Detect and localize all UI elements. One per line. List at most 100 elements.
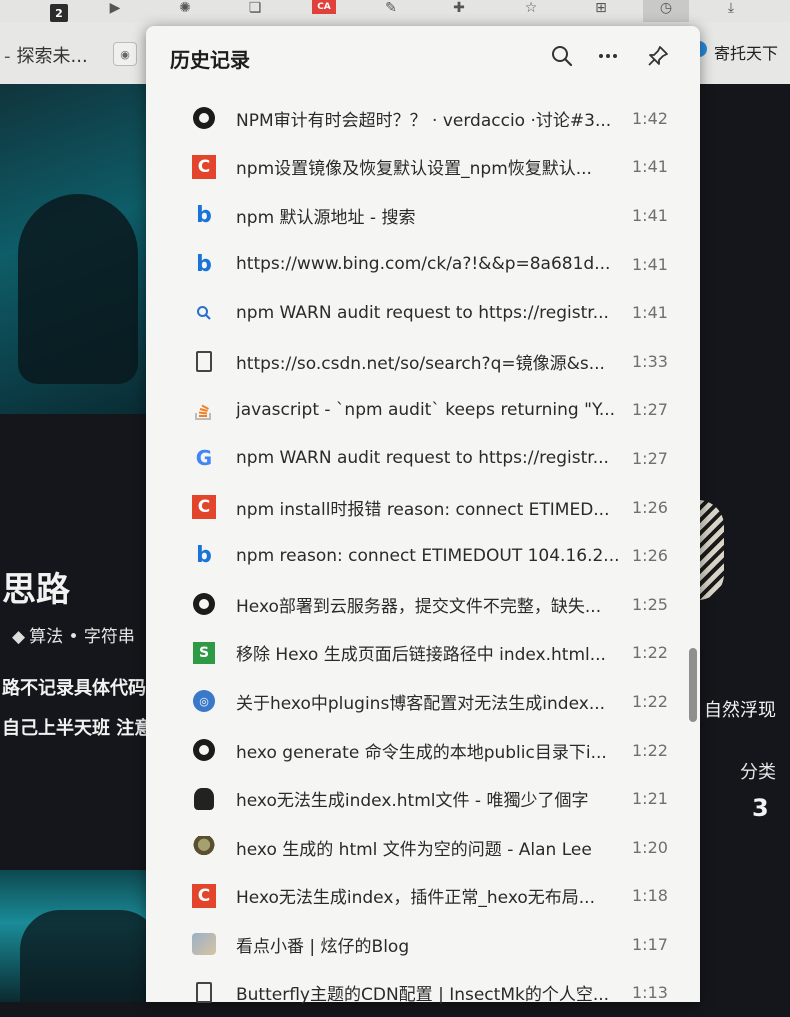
category-label[interactable]: 分类 — [740, 758, 776, 784]
download-icon[interactable]: ⤓ — [720, 0, 742, 16]
search-history-button[interactable] — [546, 40, 578, 72]
google-icon: G — [195, 446, 213, 471]
csdn-icon: C — [192, 495, 216, 520]
segmentfault-icon: S — [192, 641, 216, 665]
history-item-title: Hexo部署到云服务器，提交文件不完整，缺失... — [236, 596, 602, 617]
bookmark-item-left[interactable]: - 探索未... — [4, 42, 88, 68]
post-tags: ◆ 算法 • 字符串 — [12, 627, 135, 647]
history-item-time: 1:22 — [632, 691, 668, 711]
post-title[interactable]: 思路 — [2, 562, 70, 611]
history-item-time: 1:21 — [632, 789, 668, 809]
history-item-title: npm install时报错 reason: connect ETIMED... — [236, 499, 610, 520]
history-item-time: 1:26 — [632, 546, 668, 566]
history-item-time: 1:13 — [632, 983, 668, 1003]
history-item[interactable]: Cnpm设置镜像及恢复默认设置_npm恢复默认... 1:41 — [146, 143, 700, 192]
history-item-title: hexo无法生成index.html文件 - 唯獨少了個字 — [236, 791, 589, 812]
more-options-button[interactable] — [592, 40, 624, 72]
post-cover-image[interactable] — [0, 84, 150, 414]
history-item[interactable]: b https://www.bing.com/ck/a?!&&p=8a681d..… — [146, 240, 700, 289]
history-item[interactable]: Cnpm install时报错 reason: connect ETIMED..… — [146, 483, 700, 532]
history-item-time: 1:41 — [632, 157, 668, 177]
history-item-title: NPM审计有时会超时？？ · verdaccio ·讨论#3... — [236, 110, 612, 131]
history-item[interactable]: b npm reason: connect ETIMEDOUT 104.16.2.… — [146, 531, 700, 580]
history-panel: 历史记录 NPM审计有时会超时？？ · verdaccio ·讨论#3... 1:… — [146, 26, 700, 1005]
history-item-time: 1:27 — [632, 400, 668, 420]
history-item-title: npm WARN audit request to https://regist… — [236, 302, 609, 323]
history-item[interactable]: 看点小番 | 炫仔的Blog 1:17 — [146, 920, 700, 969]
history-item[interactable]: b npm 默认源地址 - 搜索 1:41 — [146, 191, 700, 240]
round-site-icon: ◎ — [192, 689, 216, 713]
tab-count-badge[interactable]: 2 — [50, 4, 68, 22]
csdn-icon: C — [192, 154, 216, 179]
github-icon — [192, 106, 216, 130]
history-item-title: npm 默认源地址 - 搜索 — [236, 207, 416, 228]
puzzle-icon[interactable]: ✚ — [448, 0, 470, 16]
sidebar-text: 自然浮现 — [704, 700, 776, 721]
search-icon — [552, 46, 573, 67]
document-icon — [192, 981, 216, 1005]
scrollbar-thumb[interactable] — [689, 648, 697, 722]
history-item[interactable]: javascript - `npm audit` keeps returning… — [146, 386, 700, 435]
browser-toolbar: 2 ▶ ✺ ❏ CA ✎ ✚ ☆ ⊞ ◷ ⤓ — [0, 0, 790, 22]
history-item-time: 1:33 — [632, 351, 668, 371]
history-panel-title: 历史记录 — [170, 48, 250, 72]
history-item-time: 1:42 — [632, 108, 668, 128]
bing-icon: b — [196, 543, 212, 569]
scrollbar-track[interactable] — [686, 94, 696, 994]
history-item[interactable]: Hexo部署到云服务器，提交文件不完整，缺失... 1:25 — [146, 580, 700, 629]
history-item[interactable]: C Hexo无法生成index，插件正常_hexo无布局... 1:18 — [146, 872, 700, 921]
history-item-title: npm reason: connect ETIMEDOUT 104.16.2..… — [236, 545, 620, 566]
history-item-title: Hexo无法生成index，插件正常_hexo无布局... — [236, 888, 595, 909]
history-item-title: hexo generate 命令生成的本地public目录下i... — [236, 742, 607, 763]
history-item-time: 1:41 — [632, 254, 668, 274]
history-item-title: javascript - `npm audit` keeps returning… — [236, 399, 616, 420]
tag-icon: ◆ — [12, 627, 26, 647]
pin-panel-button[interactable] — [642, 40, 674, 72]
history-item[interactable]: hexo无法生成index.html文件 - 唯獨少了個字 1:21 — [146, 774, 700, 823]
history-item-time: 1:22 — [632, 740, 668, 760]
history-item[interactable]: hexo generate 命令生成的本地public目录下i... 1:22 — [146, 726, 700, 775]
stackoverflow-icon — [192, 398, 216, 422]
pen-icon[interactable]: ✎ — [380, 0, 402, 16]
post-excerpt-line: 路不记录具体代码 — [2, 678, 146, 699]
history-item-title: 看点小番 | 炫仔的Blog — [236, 936, 410, 957]
history-item-time: 1:18 — [632, 886, 668, 906]
history-item[interactable]: NPM审计有时会超时？？ · verdaccio ·讨论#3... 1:42 — [146, 94, 700, 143]
category-count[interactable]: 3 — [752, 794, 769, 822]
history-item[interactable]: Gnpm WARN audit request to https://regis… — [146, 434, 700, 483]
search-icon — [192, 301, 216, 325]
history-item[interactable]: npm WARN audit request to https://regist… — [146, 288, 700, 337]
history-item-title: npm WARN audit request to https://regist… — [236, 448, 609, 469]
history-item[interactable]: Butterfly主题的CDN配置 | InsectMk的个人空... 1:13 — [146, 969, 700, 1017]
bookmark-folder-icon[interactable]: ◉ — [113, 42, 137, 66]
history-item-title: https://www.bing.com/ck/a?!&&p=8a681d... — [236, 254, 611, 275]
play-icon[interactable]: ▶ — [104, 0, 126, 16]
history-item[interactable]: ◎ 关于hexo中plugins博客配置对无法生成index... 1:22 — [146, 677, 700, 726]
collections-icon[interactable]: ❏ — [244, 0, 266, 16]
bing-icon: b — [196, 202, 212, 228]
pin-icon — [648, 46, 668, 66]
document-icon — [192, 349, 216, 373]
history-item-title: https://so.csdn.net/so/search?q=镜像源&s... — [236, 353, 605, 374]
csdn-icon: C — [192, 883, 216, 908]
history-item-time: 1:22 — [632, 643, 668, 663]
history-item-time: 1:41 — [632, 303, 668, 323]
dark-avatar-icon — [192, 787, 216, 811]
extension-icon[interactable]: ✺ — [174, 0, 196, 16]
arrow-icon: - — [4, 46, 11, 67]
github-icon — [192, 592, 216, 616]
add-tab-icon[interactable]: ⊞ — [590, 0, 612, 16]
history-item[interactable]: S 移除 Hexo 生成页面后链接路径中 index.html... 1:22 — [146, 629, 700, 678]
history-item[interactable]: hexo 生成的 html 文件为空的问题 - Alan Lee 1:20 — [146, 823, 700, 872]
history-item-title: npm设置镜像及恢复默认设置_npm恢复默认... — [236, 159, 592, 180]
favorites-list-icon[interactable]: ☆ — [520, 0, 542, 16]
bookmark-item-right[interactable]: 寄托天下 — [714, 40, 778, 64]
author-avatar — [698, 500, 724, 600]
history-item-title: 移除 Hexo 生成页面后链接路径中 index.html... — [236, 645, 606, 666]
history-item-title: hexo 生成的 html 文件为空的问题 - Alan Lee — [236, 839, 592, 860]
history-item-title: 关于hexo中plugins博客配置对无法生成index... — [236, 693, 606, 714]
history-icon[interactable]: ◷ — [655, 0, 677, 16]
more-icon — [599, 54, 617, 58]
extension-ca-icon[interactable]: CA — [312, 0, 336, 14]
history-item[interactable]: https://so.csdn.net/so/search?q=镜像源&s...… — [146, 337, 700, 386]
